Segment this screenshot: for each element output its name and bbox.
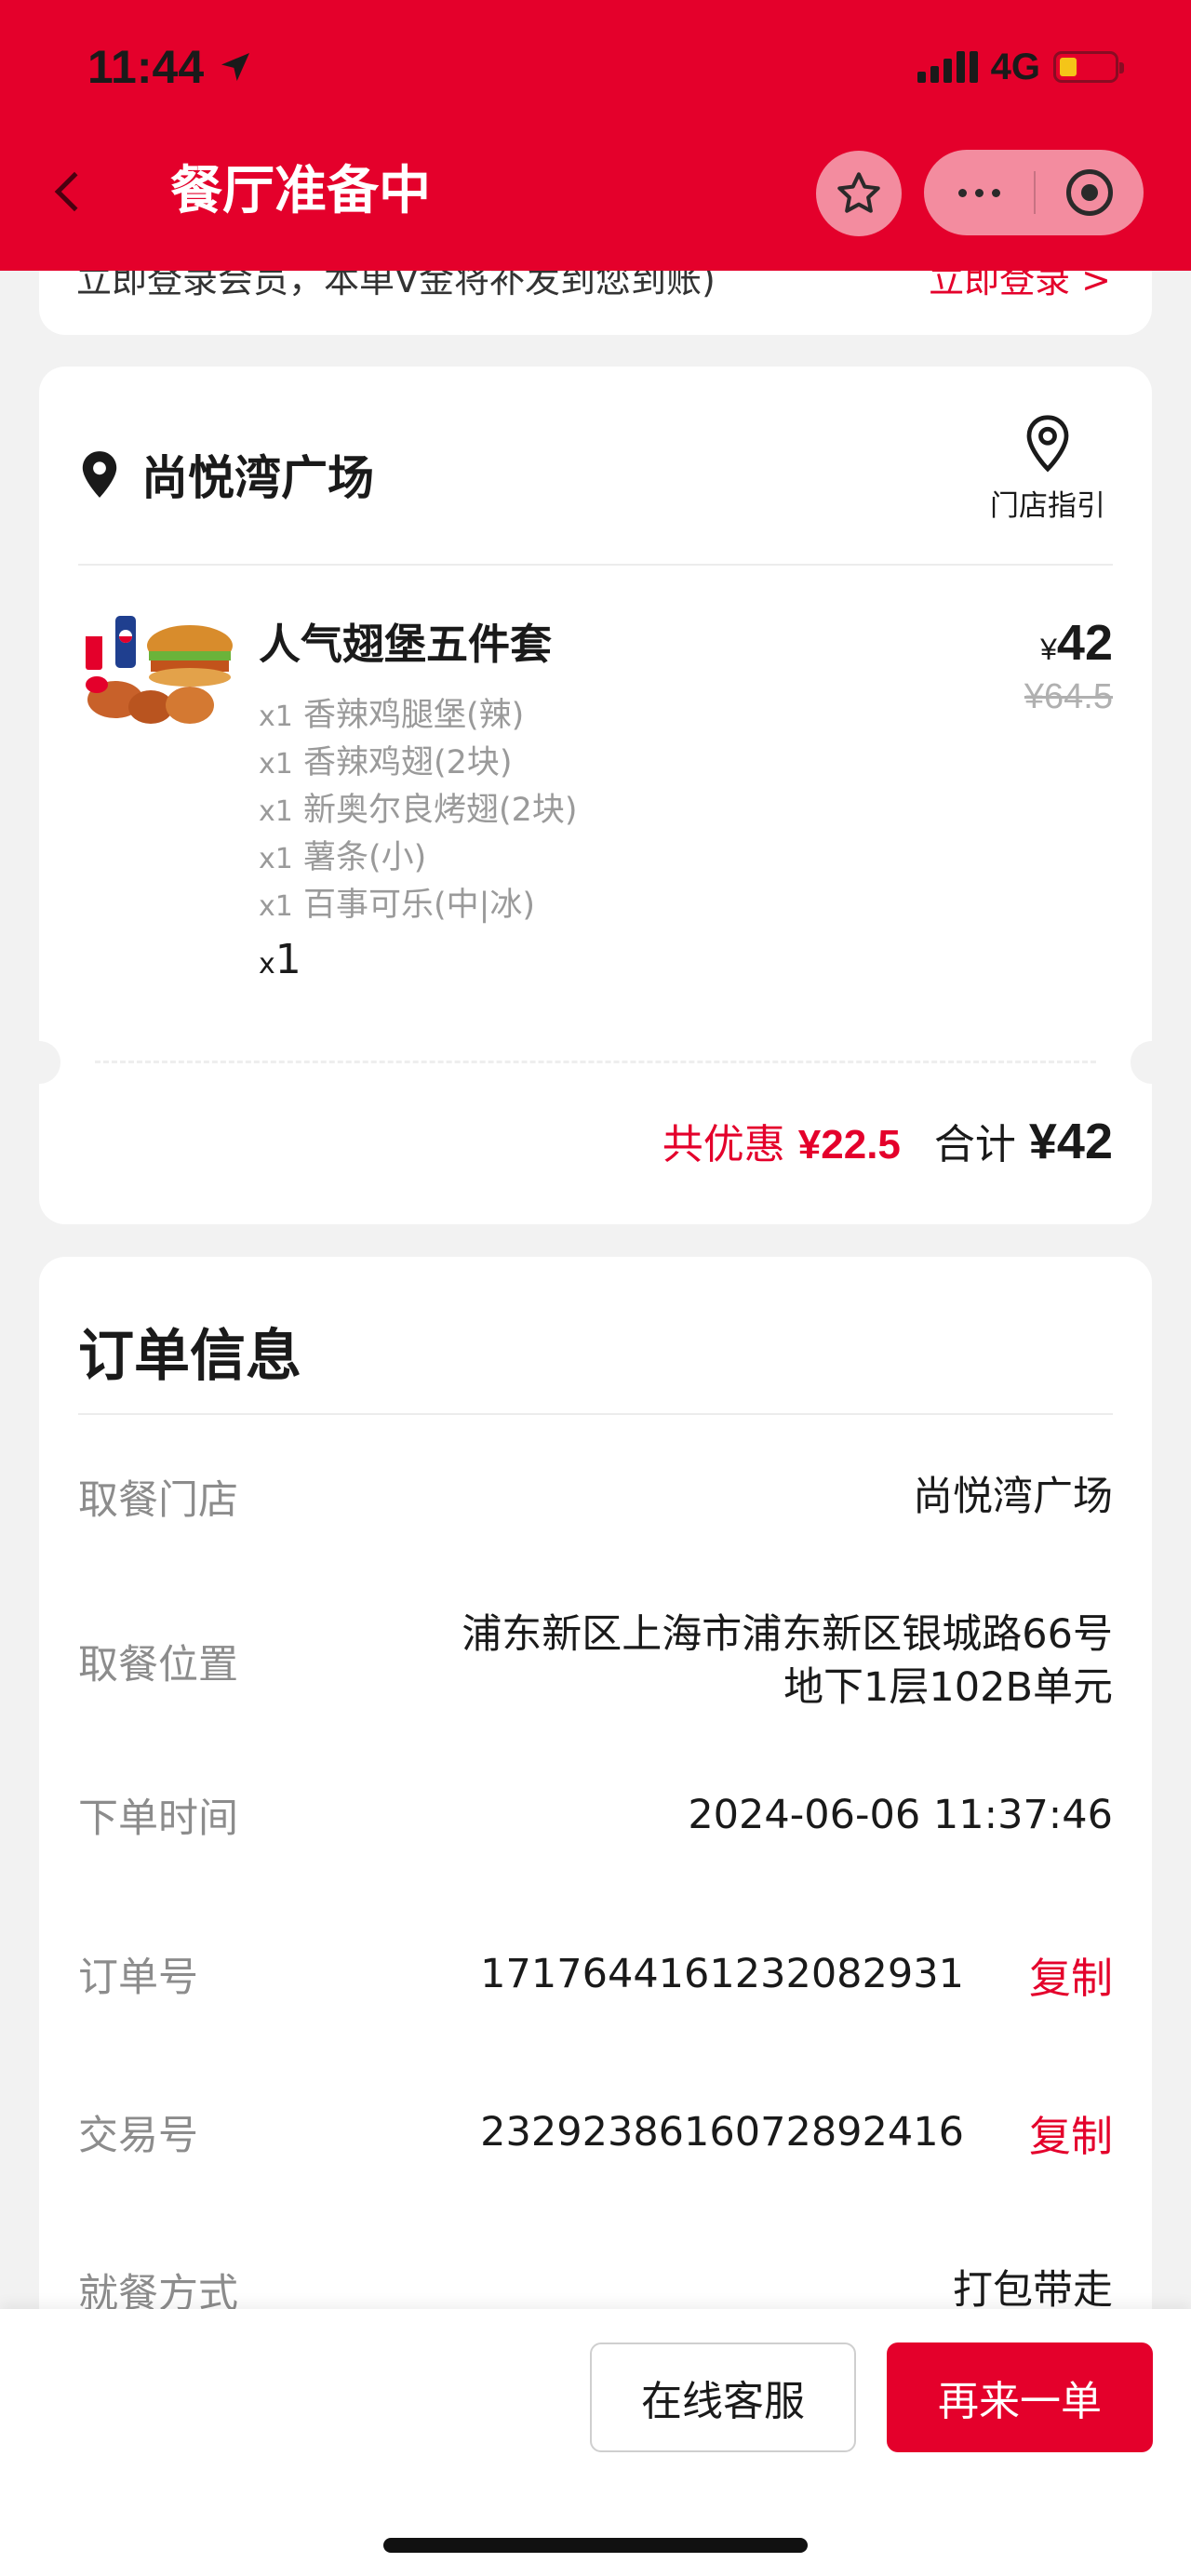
dashed-divider (95, 1061, 1096, 1063)
list-item: x1 百事可乐(中|冰) (259, 887, 536, 924)
discount-amount: ¥22.5 (797, 1122, 901, 1168)
clock-text: 11:44 (87, 41, 205, 93)
order-totals: 共优惠 ¥22.5 合计 ¥42 (662, 1111, 1113, 1170)
store-name: 尚悦湾广场 (141, 451, 374, 505)
info-value: 2024-06-06 11:37:46 (688, 1791, 1113, 1838)
divider (78, 1413, 1113, 1415)
reorder-button[interactable]: 再来一单 (887, 2342, 1153, 2452)
info-label: 取餐位置 (78, 1642, 238, 1688)
store-header: 尚悦湾广场 (78, 441, 374, 508)
home-indicator (383, 2538, 808, 2553)
header-bar: 11:44 4G 餐厅准备中 (0, 0, 1191, 271)
order-number: 1717644161232082931 (480, 1950, 964, 1997)
transaction-number: 2329238616072892416 (480, 2108, 964, 2156)
back-button[interactable] (47, 158, 102, 225)
info-row-order-number: 订单号 1717644161232082931 复制 (78, 1942, 1113, 2007)
store-guide-label: 门店指引 (990, 489, 1105, 523)
product-name: 人气翅堡五件套 (259, 620, 553, 669)
item-price: ¥42 (1040, 615, 1113, 671)
location-arrow-icon (221, 53, 250, 81)
ticket-notch-left (18, 1041, 60, 1084)
address-line-2: 地下1层102B单元 (783, 1664, 1113, 1711)
total-amount: ¥42 (1028, 1114, 1113, 1169)
info-value: 尚悦湾广场 (913, 1473, 1113, 1520)
section-title: 订单信息 (78, 1324, 301, 1389)
info-label: 下单时间 (78, 1795, 238, 1842)
signal-icon (917, 51, 978, 83)
divider (78, 564, 1113, 566)
favorite-button[interactable] (816, 151, 902, 236)
ticket-notch-right (1131, 1041, 1173, 1084)
info-value-group: 2329238616072892416 复制 (480, 2102, 1113, 2163)
info-value: 浦东新区上海市浦东新区银城路66号 地下1层102B单元 (462, 1608, 1113, 1715)
star-icon (837, 172, 880, 213)
page-title: 餐厅准备中 (170, 161, 431, 221)
battery-icon (1053, 51, 1124, 83)
item-original-price: ¥64.5 (1024, 677, 1113, 716)
bottom-action-bar: 在线客服 再来一单 (0, 2309, 1191, 2576)
list-item: x1 薯条(小) (259, 839, 427, 876)
target-circle-icon (1066, 169, 1113, 216)
map-pin-outline-icon (1026, 415, 1069, 473)
list-item: x1 香辣鸡翅(2块) (259, 744, 513, 781)
set-components-list: x1 香辣鸡腿堡(辣) x1 香辣鸡翅(2块) x1 新奥尔良烤翅(2块) x1… (259, 692, 578, 929)
network-label: 4G (990, 46, 1040, 87)
info-row-store: 取餐门店 尚悦湾广场 (78, 1464, 1113, 1529)
status-bar-time: 11:44 (87, 37, 254, 97)
copy-order-number-button[interactable]: 复制 (1029, 1944, 1113, 2005)
total-label: 合计 (933, 1121, 1016, 1168)
info-value-group: 1717644161232082931 复制 (480, 1944, 1113, 2005)
order-card: 尚悦湾广场 门店指引 人气翅堡五件套 x1 香辣鸡腿堡(辣) x1 香辣鸡翅(2… (18, 367, 1173, 1224)
discount-label: 共优惠 (662, 1121, 785, 1168)
list-item: x1 新奥尔良烤翅(2块) (259, 792, 578, 829)
miniprogram-capsule (924, 150, 1144, 235)
product-image (86, 616, 233, 724)
list-item: x1 香辣鸡腿堡(辣) (259, 697, 525, 734)
more-dots-icon (957, 188, 967, 197)
close-miniprogram-button[interactable] (1036, 150, 1144, 235)
info-row-location: 取餐位置 浦东新区上海市浦东新区银城路66号 地下1层102B单元 (78, 1601, 1113, 1722)
online-service-button[interactable]: 在线客服 (590, 2342, 856, 2452)
location-pin-icon (82, 451, 117, 498)
info-label: 取餐门店 (78, 1477, 238, 1524)
status-bar-indicators: 4G (917, 41, 1124, 93)
copy-transaction-number-button[interactable]: 复制 (1029, 2102, 1113, 2163)
chevron-left-icon (54, 171, 95, 212)
info-label: 订单号 (78, 1955, 198, 2001)
info-label: 交易号 (78, 2113, 198, 2159)
info-row-order-time: 下单时间 2024-06-06 11:37:46 (78, 1782, 1113, 1848)
info-row-transaction-number: 交易号 2329238616072892416 复制 (78, 2100, 1113, 2165)
address-line-1: 浦东新区上海市浦东新区银城路66号 (462, 1611, 1113, 1658)
store-guide-button[interactable]: 门店指引 (983, 413, 1113, 524)
item-quantity: x1 (259, 936, 301, 983)
more-button[interactable] (924, 150, 1034, 235)
